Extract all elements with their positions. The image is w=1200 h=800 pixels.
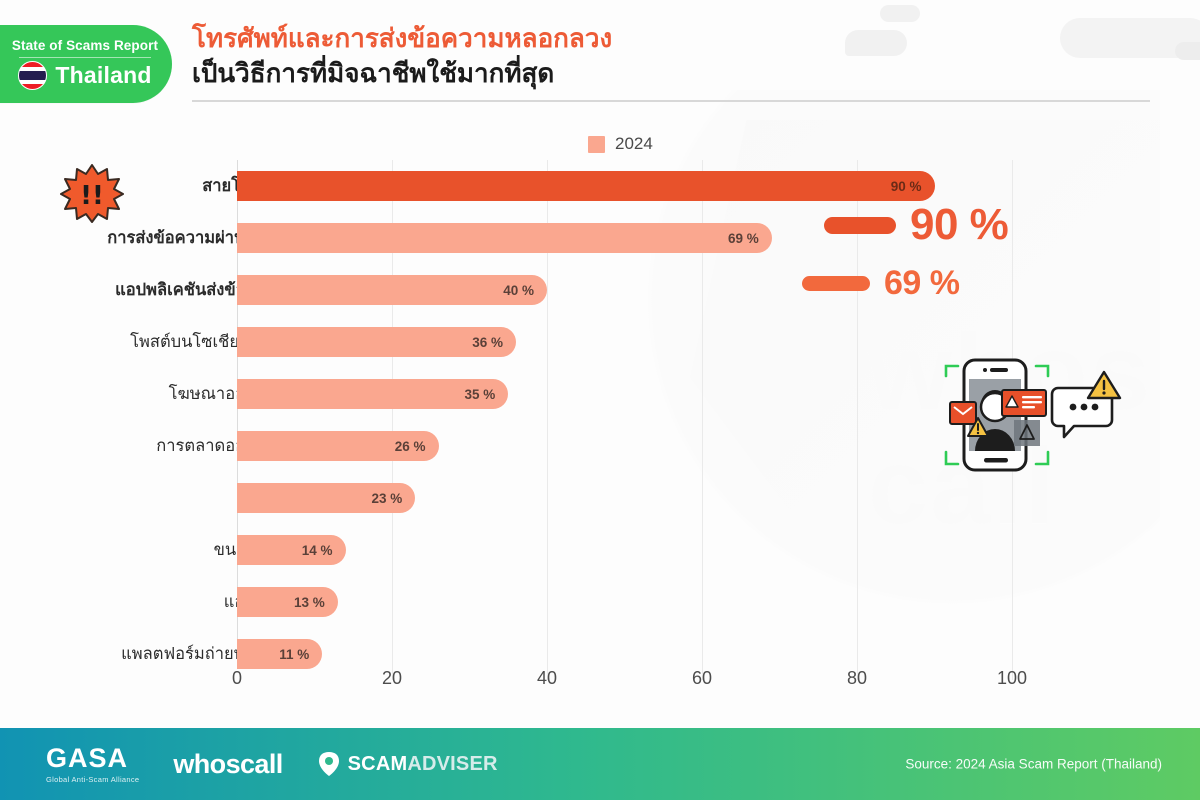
title-line-secondary: เป็นวิธีการที่มิจฉาชีพใช้มากที่สุด [192, 59, 555, 90]
callout-90: 90 % [824, 200, 1009, 249]
decorative-chat-bubble [880, 5, 920, 22]
bar-row: แอปหาคู่13 % [0, 576, 1200, 628]
badge-divider [19, 57, 151, 58]
whoscall-logo: whoscall [173, 748, 283, 779]
scamadviser-logo-text: SCAMADVISER [348, 753, 498, 776]
bar-value-label: 35 % [464, 386, 496, 402]
report-badge-country: Thailand [55, 62, 152, 88]
scamadviser-bold: SCAM [347, 752, 408, 775]
svg-text:!!: !! [80, 181, 104, 211]
bar[interactable]: 90 % [237, 171, 935, 201]
bar[interactable]: 23 % [237, 483, 416, 513]
thailand-flag-icon [18, 61, 48, 90]
bar-row: ขนส่งพัสดุ14 % [0, 524, 1200, 576]
title-underline [192, 100, 1150, 102]
footer-bar: GASA Global Anti-Scam Alliance whoscall … [0, 728, 1200, 800]
bar[interactable]: 26 % [237, 431, 439, 461]
bar-value-label: 26 % [394, 438, 426, 454]
shield-pin-icon [318, 752, 339, 776]
callout-value: 90 % [910, 200, 1009, 249]
bar[interactable]: 40 % [237, 275, 547, 305]
x-axis: 0 20 40 60 80 100 [0, 668, 1200, 698]
x-tick-label: 80 [846, 668, 868, 688]
bar-value-label: 40 % [503, 282, 534, 298]
scamadviser-logo: SCAMADVISER [317, 751, 498, 777]
bar-value-label: 13 % [293, 594, 325, 610]
bar-value-label: 14 % [301, 542, 333, 558]
bar-row: การส่งข้อความผ่านมือถือ 69 % [0, 212, 1200, 264]
callout-dash-icon [802, 275, 870, 291]
x-tick-label: 40 [536, 668, 558, 688]
scam-phone-illustration [944, 358, 1122, 472]
bar-value-label: 36 % [472, 334, 503, 350]
bar-value-label: 69 % [727, 230, 759, 246]
bar-value-label: 23 % [371, 490, 403, 506]
callout-69: 69 % [802, 266, 960, 300]
bar-row: แอปพลิเคชันส่งข้อความ 40 % [0, 264, 1200, 316]
legend-swatch-2024 [588, 135, 605, 153]
x-tick-label: 100 [996, 668, 1028, 688]
bar-value-label: 90 % [890, 178, 922, 194]
bar[interactable]: 13 % [237, 587, 338, 617]
exclamation-burst-icon: !! [60, 164, 124, 223]
bar[interactable]: 11 % [237, 639, 323, 669]
chart-legend: 2024 [588, 134, 653, 154]
x-tick-label: 60 [691, 668, 713, 688]
footer-logos: GASA Global Anti-Scam Alliance whoscall … [46, 742, 498, 784]
scamadviser-light: ADVISER [407, 752, 498, 775]
report-badge-title: State of Scams Report [11, 38, 159, 53]
gasa-logo-text: GASA [46, 742, 129, 773]
bar[interactable]: 36 % [237, 327, 516, 357]
bar[interactable]: 69 % [237, 223, 772, 253]
source-note: Source: 2024 Asia Scam Report (Thailand) [905, 756, 1162, 772]
gasa-logo-tagline: Global Anti-Scam Alliance [46, 774, 140, 784]
x-tick-label: 20 [381, 668, 403, 688]
bar-row: สายโทรเข้า90 % [0, 160, 1200, 212]
report-badge: State of Scams Report Thailand [0, 25, 172, 103]
infographic-canvas: whos call State of Scams Report Thailand… [0, 0, 1200, 800]
bar-value-label: 11 % [279, 646, 310, 662]
callout-dash-icon [824, 216, 896, 234]
decorative-chat-bubble [1175, 42, 1200, 60]
bar[interactable]: 35 % [237, 379, 509, 409]
gasa-logo: GASA Global Anti-Scam Alliance [46, 742, 140, 784]
bar[interactable]: 14 % [237, 535, 346, 565]
bar-row: อีเมล23 % [0, 472, 1200, 524]
page-title: โทรศัพท์และการส่งข้อความหลอกลวง เป็นวิธี… [192, 22, 952, 92]
legend-label-2024: 2024 [615, 134, 653, 153]
x-tick-label: 0 [231, 668, 243, 688]
title-line-primary: โทรศัพท์และการส่งข้อความหลอกลวง [192, 24, 613, 54]
callout-value: 69 % [884, 264, 960, 302]
